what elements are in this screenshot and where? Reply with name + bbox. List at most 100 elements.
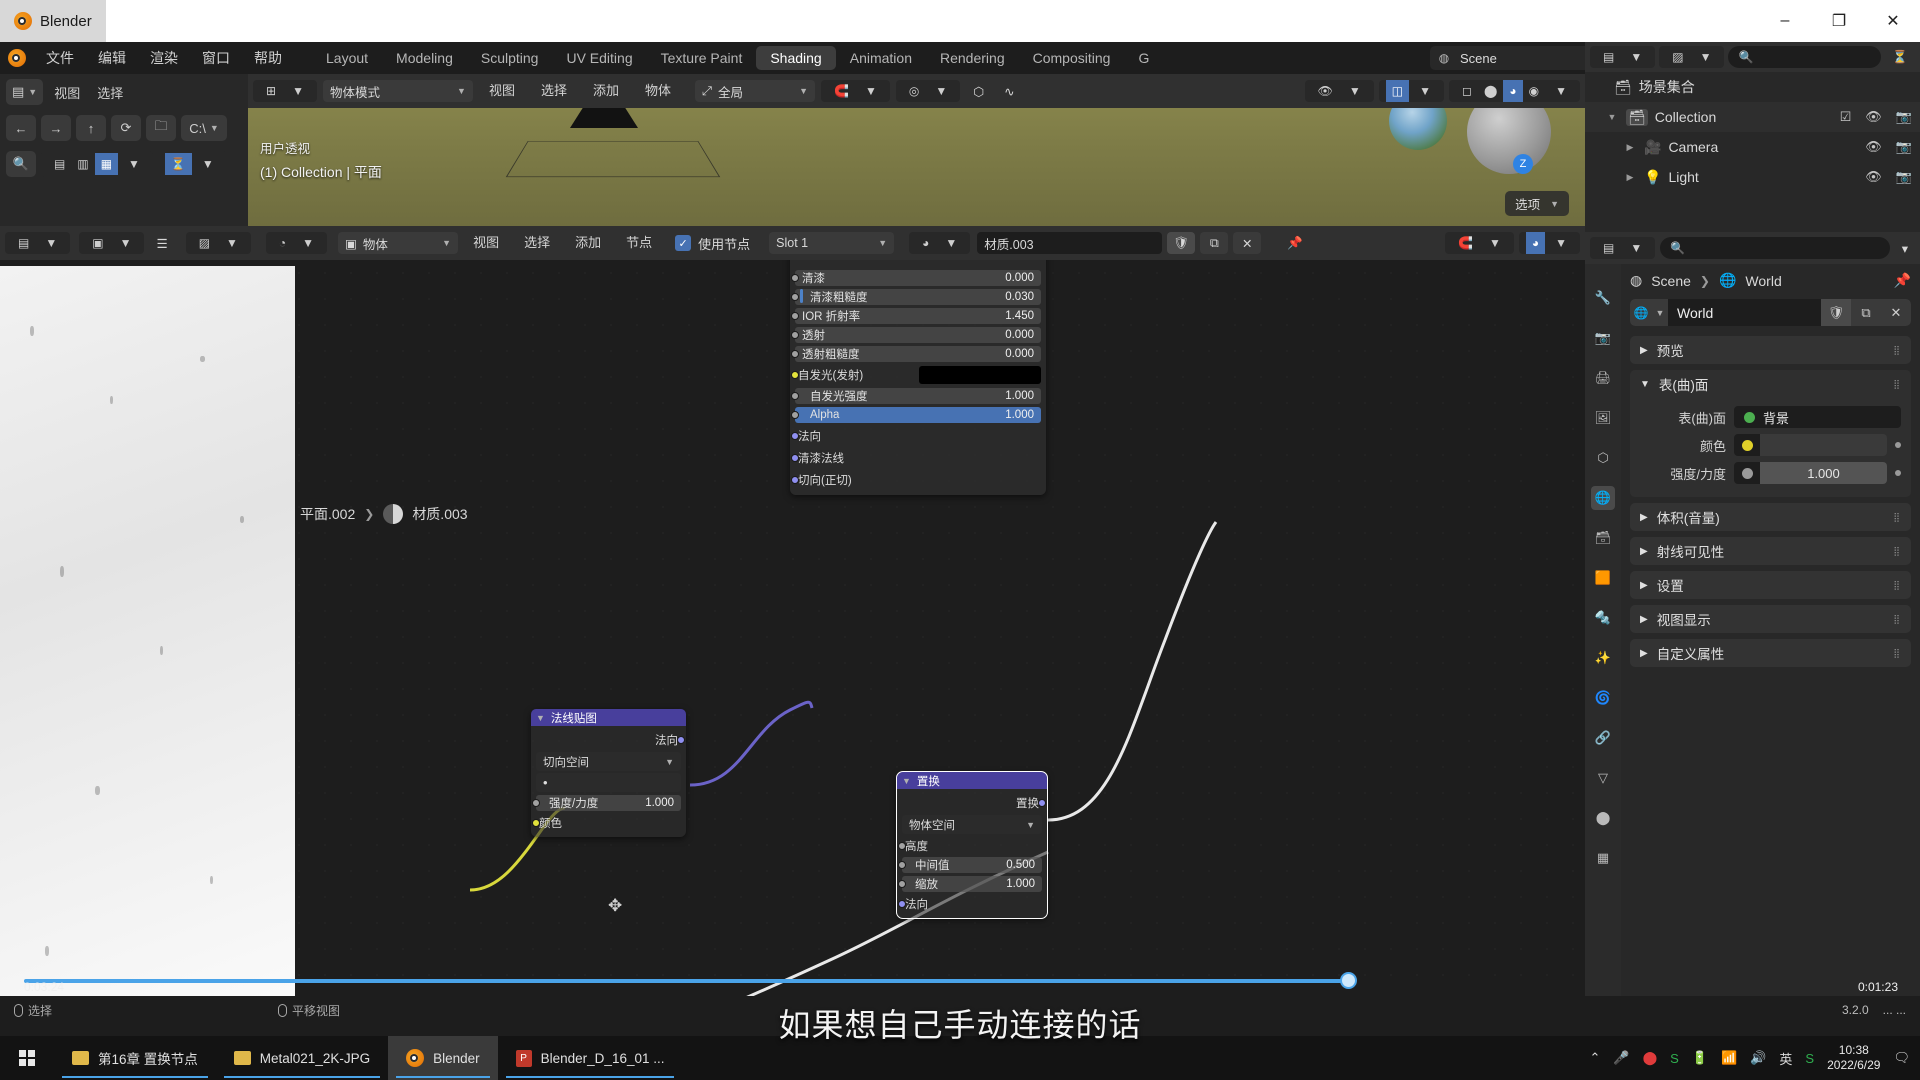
surface-color-animate-icon[interactable]	[1895, 442, 1901, 448]
socket-transmission[interactable]	[791, 331, 799, 339]
panel-settings-header[interactable]: ▶ 设置 ⣿	[1630, 571, 1911, 599]
pin-node-tree-button[interactable]: 📌	[1280, 232, 1310, 254]
back-button[interactable]: ←	[6, 115, 36, 141]
properties-breadcrumb-scene[interactable]: Scene	[1651, 273, 1691, 289]
pivot-point-selector[interactable]: ◔▼	[266, 232, 327, 254]
socket-normal-map-out[interactable]	[677, 736, 685, 744]
viewport-menu-add[interactable]: 添加	[583, 80, 629, 102]
displacement-scale-row[interactable]: 缩放1.000	[902, 875, 1042, 893]
shading-wireframe-icon[interactable]: ◻	[1456, 80, 1478, 102]
camera-icon-camera[interactable]: 📷	[1896, 139, 1912, 155]
minimize-button[interactable]: –	[1758, 0, 1812, 42]
material-name-field[interactable]: 材质.003	[977, 232, 1162, 254]
use-nodes-checkbox[interactable]: ✓	[675, 235, 691, 251]
duplicate-material-button[interactable]: ⧉	[1200, 232, 1228, 254]
socket-transmission-roughness[interactable]	[791, 350, 799, 358]
world-fake-user-button[interactable]: 🛡	[1821, 299, 1851, 326]
viewport-xray-toggle[interactable]: ◫▼	[1379, 80, 1444, 102]
properties-tab-particles[interactable]: ✨	[1591, 646, 1615, 670]
socket-displacement-out[interactable]	[1038, 799, 1046, 807]
menu-file[interactable]: 文件	[34, 42, 86, 74]
principled-row-emission-strength[interactable]: 自发光强度1.000	[795, 387, 1041, 405]
panel-ray-visibility[interactable]: ▶ 射线可见性 ⣿	[1630, 537, 1911, 565]
material-slot-dropdown[interactable]: Slot 1▼	[769, 232, 894, 254]
disclosure-triangle-icon-camera[interactable]: ▶	[1623, 142, 1637, 153]
battery-icon[interactable]: 🔋	[1692, 1050, 1708, 1066]
shader-menu-add[interactable]: 添加	[565, 232, 611, 254]
displacement-space-dropdown[interactable]: 物体空间▼	[902, 815, 1042, 834]
menu-edit[interactable]: 编辑	[86, 42, 138, 74]
principled-emission-color-swatch[interactable]	[919, 366, 1041, 384]
panel-viewport-display[interactable]: ▶ 视图显示 ⣿	[1630, 605, 1911, 633]
menu-render[interactable]: 渲染	[138, 42, 190, 74]
maximize-button[interactable]: ❐	[1812, 0, 1866, 42]
camera-icon-light[interactable]: 📷	[1896, 169, 1912, 185]
normal-map-color-row[interactable]: 颜色	[536, 813, 681, 832]
forward-button[interactable]: →	[41, 115, 71, 141]
shader-type-icon-group[interactable]: ▣▼	[79, 232, 144, 254]
world-duplicate-button[interactable]: ⧉	[1851, 299, 1881, 326]
display-horizontal-list-icon[interactable]: ▥	[71, 153, 94, 175]
shader-sidebar-toggle[interactable]: ☰	[149, 232, 174, 254]
properties-tab-data[interactable]: ▽	[1591, 766, 1615, 790]
filter-icon[interactable]: ⏳	[165, 153, 192, 175]
normal-map-uv-field[interactable]: •	[536, 773, 681, 792]
ime-icon[interactable]: 英	[1779, 1049, 1792, 1068]
chevron-up-icon[interactable]: ⌃	[1590, 1050, 1601, 1066]
properties-tab-physics[interactable]: 🌀	[1591, 686, 1615, 710]
workspace-tab-rendering[interactable]: Rendering	[926, 46, 1019, 70]
properties-tab-view-layer[interactable]: 🖼	[1591, 406, 1615, 430]
shader-view-icon[interactable]: ▨▼	[186, 232, 251, 254]
normal-map-header[interactable]: ▼ 法线贴图	[531, 709, 686, 726]
displacement-height-row[interactable]: 高度	[902, 836, 1042, 855]
filter-group[interactable]: ⏳ ▼	[158, 151, 227, 177]
snap-node-toggle[interactable]: 🧲▼	[1445, 232, 1514, 254]
socket-ior[interactable]	[791, 312, 799, 320]
principled-row-clearcoat-roughness[interactable]: 清漆粗糙度0.030	[795, 288, 1041, 306]
principled-row-ior[interactable]: IOR 折射率1.450	[795, 307, 1041, 325]
editor-type-selector-shader[interactable]: ▤▼	[5, 232, 70, 254]
refresh-button[interactable]: ⟳	[111, 115, 141, 141]
menu-help[interactable]: 帮助	[242, 42, 294, 74]
socket-displacement-normal[interactable]	[898, 900, 906, 908]
microphone-icon[interactable]: 🎤	[1613, 1050, 1629, 1066]
node-overlay-toggle[interactable]: ◕▼	[1519, 232, 1580, 254]
socket-emission[interactable]	[791, 371, 799, 379]
outliner-row-light[interactable]: ▶ 💡 Light 👁 📷	[1585, 162, 1920, 192]
viewport-options-button[interactable]: 选项 ▼	[1505, 191, 1569, 216]
properties-editor-type-selector[interactable]: ▤▼	[1590, 237, 1655, 259]
socket-normal-map-strength[interactable]	[532, 799, 540, 807]
properties-tab-collection[interactable]: 🗃	[1591, 526, 1615, 550]
shading-rendered-icon[interactable]: ◉	[1523, 80, 1545, 102]
viewport-menu-select[interactable]: 选择	[531, 80, 577, 102]
volume-icon[interactable]: 🔊	[1750, 1050, 1766, 1066]
panel-volume-header[interactable]: ▶ 体积(音量) ⣿	[1630, 503, 1911, 531]
principled-row-normal[interactable]: 法向	[795, 425, 1041, 446]
properties-editor[interactable]: ▤▼ 🔍 ▾ 🔧 📷 🖨 🖼 ⬡ 🌐 🗃 🟧 🔩 ✨ 🌀 🔗 ▽ ⬤ ▦	[1585, 232, 1920, 996]
outliner-search-input[interactable]: 🔍	[1728, 46, 1881, 68]
socket-tangent[interactable]	[791, 476, 799, 484]
outliner-editor-type-selector[interactable]: ▤▼	[1590, 46, 1655, 68]
transform-orientation-dropdown[interactable]: ⤢ 全局▼	[695, 80, 815, 102]
snap-toggle[interactable]: 🧲▼	[821, 80, 890, 102]
workspace-tab-geometry-nodes[interactable]: G	[1124, 46, 1163, 70]
unlink-material-button[interactable]: ✕	[1233, 232, 1261, 254]
menu-window[interactable]: 窗口	[190, 42, 242, 74]
properties-tab-modifier[interactable]: 🔩	[1591, 606, 1615, 630]
viewport-menu-object[interactable]: 物体	[635, 80, 681, 102]
fake-user-button[interactable]: 🛡	[1167, 232, 1195, 254]
proportional-editing-toggle[interactable]: ◎▼	[896, 80, 960, 102]
create-directory-button[interactable]: 🗀	[146, 115, 176, 141]
sogou-icon[interactable]: S	[1670, 1051, 1679, 1066]
node-normal-map[interactable]: ▼ 法线贴图 法向 切向空间▼ • 强度/力度1.000	[531, 709, 686, 837]
browse-material-button[interactable]: ◕▼	[909, 232, 970, 254]
socket-displacement-height[interactable]	[898, 842, 906, 850]
shader-menu-node[interactable]: 节点	[616, 232, 662, 254]
displacement-header[interactable]: ▼ 置换	[897, 772, 1047, 789]
video-progress-bar[interactable]	[24, 979, 1356, 983]
properties-breadcrumb-world[interactable]: World	[1745, 273, 1781, 289]
color-socket-dot-icon[interactable]	[1734, 434, 1760, 456]
sogou-pinyin-icon[interactable]: S	[1805, 1051, 1814, 1066]
properties-options-button[interactable]: ▾	[1895, 237, 1915, 259]
socket-normal-map-color[interactable]	[532, 819, 540, 827]
